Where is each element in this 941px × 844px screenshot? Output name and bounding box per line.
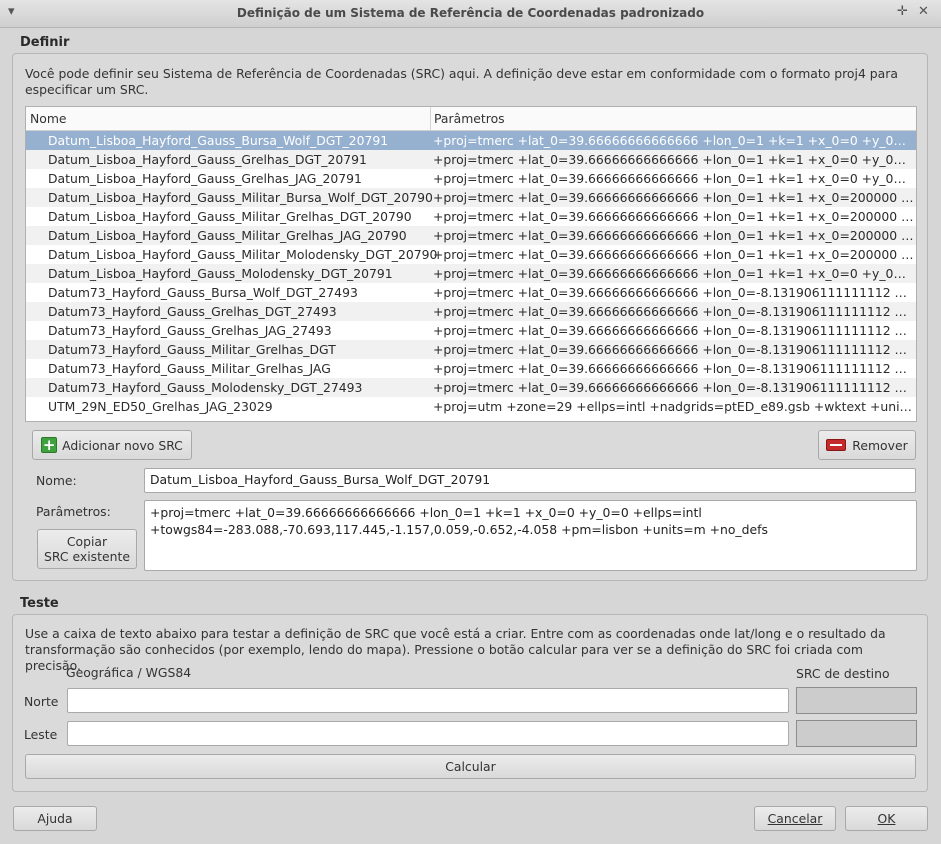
crs-params-cell: +proj=tmerc +lat_0=39.66666666666666 +lo… xyxy=(433,266,915,281)
remove-label: Remover xyxy=(852,437,908,453)
params-line-1: +proj=tmerc +lat_0=39.66666666666666 +lo… xyxy=(150,505,702,520)
geo-header: Geográfica / WGS84 xyxy=(66,665,192,680)
crs-name-cell: Datum_Lisboa_Hayford_Gauss_Militar_Grelh… xyxy=(48,228,407,243)
copy-line-1: Copiar xyxy=(66,534,108,549)
crs-name-cell: Datum_Lisboa_Hayford_Gauss_Bursa_Wolf_DG… xyxy=(48,133,389,148)
table-header: Nome Parâmetros xyxy=(26,107,916,131)
define-section-title: Definir xyxy=(20,35,70,50)
ok-button[interactable]: OK xyxy=(845,806,928,831)
help-button[interactable]: Ajuda xyxy=(13,806,97,831)
crs-params-cell: +proj=tmerc +lat_0=39.66666666666666 +lo… xyxy=(433,209,915,224)
crs-table[interactable]: Nome Parâmetros Datum_Lisboa_Hayford_Gau… xyxy=(25,106,917,422)
table-row[interactable]: Datum_Lisboa_Hayford_Gauss_Grelhas_JAG_2… xyxy=(26,169,916,188)
define-description: Você pode definir seu Sistema de Referên… xyxy=(25,66,898,97)
crs-name-cell: UTM_29N_ED50_Grelhas_JAG_23029 xyxy=(48,399,273,414)
crs-params-cell: +proj=utm +zone=29 +ellps=intl +nadgrids… xyxy=(433,399,915,414)
table-row[interactable]: Datum73_Hayford_Gauss_Grelhas_DGT_27493 +… xyxy=(26,302,916,321)
add-crs-label: Adicionar novo SRC xyxy=(62,437,183,453)
crs-params-cell: +proj=tmerc +lat_0=39.66666666666666 +lo… xyxy=(433,152,915,167)
test-section-title: Teste xyxy=(20,596,59,611)
name-field[interactable]: Datum_Lisboa_Hayford_Gauss_Bursa_Wolf_DG… xyxy=(144,468,916,493)
column-header-name[interactable]: Nome xyxy=(30,111,67,126)
crs-name-cell: Datum_Lisboa_Hayford_Gauss_Grelhas_DGT_2… xyxy=(48,152,367,167)
crs-name-cell: Datum_Lisboa_Hayford_Gauss_Militar_Bursa… xyxy=(48,190,433,205)
table-row[interactable]: Datum_Lisboa_Hayford_Gauss_Militar_Molod… xyxy=(26,245,916,264)
crs-params-cell: +proj=tmerc +lat_0=39.66666666666666 +lo… xyxy=(433,171,915,186)
crs-params-cell: +proj=tmerc +lat_0=39.66666666666666 +lo… xyxy=(433,342,915,357)
name-label: Nome: xyxy=(36,473,77,488)
params-line-2: +towgs84=-283.088,-70.693,117.445,-1.157… xyxy=(150,522,768,537)
crs-name-cell: Datum_Lisboa_Hayford_Gauss_Militar_Molod… xyxy=(48,247,438,262)
add-crs-button[interactable]: + Adicionar novo SRC xyxy=(32,430,192,460)
crs-params-cell: +proj=tmerc +lat_0=39.66666666666666 +lo… xyxy=(433,323,915,338)
crs-name-cell: Datum73_Hayford_Gauss_Grelhas_JAG_27493 xyxy=(48,323,332,338)
ok-label: OK xyxy=(877,811,896,826)
column-header-params[interactable]: Parâmetros xyxy=(434,111,505,126)
table-row[interactable]: Datum73_Hayford_Gauss_Grelhas_JAG_27493 +… xyxy=(26,321,916,340)
crs-params-cell: +proj=tmerc +lat_0=39.66666666666666 +lo… xyxy=(433,247,915,262)
crs-name-cell: Datum73_Hayford_Gauss_Militar_Grelhas_DG… xyxy=(48,342,336,357)
table-row[interactable]: Datum_Lisboa_Hayford_Gauss_Militar_Bursa… xyxy=(26,188,916,207)
cancel-button[interactable]: Cancelar xyxy=(754,806,836,831)
crs-params-cell: +proj=tmerc +lat_0=39.66666666666666 +lo… xyxy=(433,285,915,300)
table-row[interactable]: Datum_Lisboa_Hayford_Gauss_Bursa_Wolf_DG… xyxy=(26,131,916,150)
copy-line-2: SRC existente xyxy=(44,549,130,564)
cancel-label: Cancelar xyxy=(767,811,823,826)
crs-name-cell: Datum73_Hayford_Gauss_Bursa_Wolf_DGT_274… xyxy=(48,285,358,300)
table-body: Datum_Lisboa_Hayford_Gauss_Bursa_Wolf_DG… xyxy=(26,131,916,416)
crs-params-cell: +proj=tmerc +lat_0=39.66666666666666 +lo… xyxy=(433,361,915,376)
north-label: Norte xyxy=(24,694,59,709)
east-label: Leste xyxy=(24,727,58,742)
maximize-icon[interactable]: ✛ xyxy=(897,4,908,19)
copy-existing-crs-button[interactable]: Copiar SRC existente xyxy=(37,529,137,569)
calculate-button[interactable]: Calcular xyxy=(25,754,916,779)
east-result xyxy=(796,720,917,747)
crs-name-cell: Datum73_Hayford_Gauss_Molodensky_DGT_274… xyxy=(48,380,363,395)
close-icon[interactable]: ✕ xyxy=(918,4,929,19)
params-label: Parâmetros: xyxy=(36,504,111,519)
crs-name-cell: Datum73_Hayford_Gauss_Grelhas_DGT_27493 xyxy=(48,304,337,319)
dest-header: SRC de destino xyxy=(796,666,890,681)
table-row[interactable]: Datum_Lisboa_Hayford_Gauss_Molodensky_DG… xyxy=(26,264,916,283)
table-row[interactable]: UTM_29N_ED50_Grelhas_JAG_23029 +proj=utm … xyxy=(26,397,916,416)
crs-params-cell: +proj=tmerc +lat_0=39.66666666666666 +lo… xyxy=(433,304,915,319)
east-input[interactable] xyxy=(67,721,789,746)
crs-name-cell: Datum73_Hayford_Gauss_Militar_Grelhas_JA… xyxy=(48,361,331,376)
table-row[interactable]: Datum73_Hayford_Gauss_Bursa_Wolf_DGT_274… xyxy=(26,283,916,302)
north-result xyxy=(796,687,917,714)
crs-name-cell: Datum_Lisboa_Hayford_Gauss_Grelhas_JAG_2… xyxy=(48,171,362,186)
title-bar: ▾ Definição de um Sistema de Referência … xyxy=(0,0,941,28)
crs-params-cell: +proj=tmerc +lat_0=39.66666666666666 +lo… xyxy=(433,380,915,395)
north-input[interactable] xyxy=(67,688,789,713)
crs-params-cell: +proj=tmerc +lat_0=39.66666666666666 +lo… xyxy=(433,190,915,205)
crs-name-cell: Datum_Lisboa_Hayford_Gauss_Militar_Grelh… xyxy=(48,209,412,224)
crs-params-cell: +proj=tmerc +lat_0=39.66666666666666 +lo… xyxy=(433,133,915,148)
table-row[interactable]: Datum_Lisboa_Hayford_Gauss_Militar_Grelh… xyxy=(26,207,916,226)
table-row[interactable]: Datum73_Hayford_Gauss_Militar_Grelhas_DG… xyxy=(26,340,916,359)
table-row[interactable]: Datum_Lisboa_Hayford_Gauss_Grelhas_DGT_2… xyxy=(26,150,916,169)
window-title: Definição de um Sistema de Referência de… xyxy=(236,6,705,20)
table-row[interactable]: Datum73_Hayford_Gauss_Militar_Grelhas_JA… xyxy=(26,359,916,378)
crs-name-cell: Datum_Lisboa_Hayford_Gauss_Molodensky_DG… xyxy=(48,266,393,281)
table-row[interactable]: Datum73_Hayford_Gauss_Molodensky_DGT_274… xyxy=(26,378,916,397)
params-field[interactable]: +proj=tmerc +lat_0=39.66666666666666 +lo… xyxy=(144,500,917,571)
minus-icon xyxy=(826,439,847,451)
crs-params-cell: +proj=tmerc +lat_0=39.66666666666666 +lo… xyxy=(433,228,915,243)
plus-icon: + xyxy=(41,436,58,454)
remove-button[interactable]: Remover xyxy=(818,430,916,460)
table-row[interactable]: Datum_Lisboa_Hayford_Gauss_Militar_Grelh… xyxy=(26,226,916,245)
